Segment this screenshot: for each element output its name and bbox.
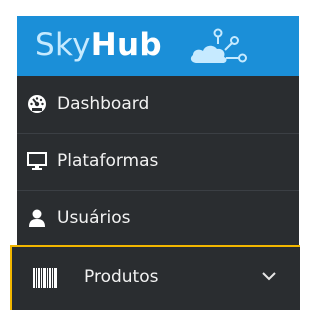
user-icon — [29, 209, 45, 227]
barcode-icon — [33, 268, 57, 288]
monitor-icon — [27, 152, 47, 170]
chevron-down-icon[interactable] — [262, 271, 276, 281]
cloud-network-icon — [190, 28, 247, 63]
brand-hub: Hub — [90, 27, 162, 63]
sidebar-item-label: Plataformas — [57, 151, 159, 171]
sidebar-item-dashboard[interactable]: Dashboard — [17, 77, 299, 132]
sidebar-item-label: Dashboard — [57, 94, 150, 114]
sidebar-item-produtos[interactable]: Produtos — [10, 245, 300, 310]
sidebar-item-plataformas[interactable]: Plataformas — [17, 133, 299, 188]
brand-header[interactable]: SkyHub — [17, 16, 299, 76]
sidebar-item-usuarios[interactable]: Usuários — [17, 190, 299, 245]
brand-logo-text: SkyHub — [35, 28, 162, 62]
dashboard-icon — [28, 95, 46, 113]
sidebar-item-label: Produtos — [84, 267, 159, 287]
sidebar-item-label: Usuários — [57, 208, 131, 228]
brand-sky: Sky — [35, 27, 91, 63]
